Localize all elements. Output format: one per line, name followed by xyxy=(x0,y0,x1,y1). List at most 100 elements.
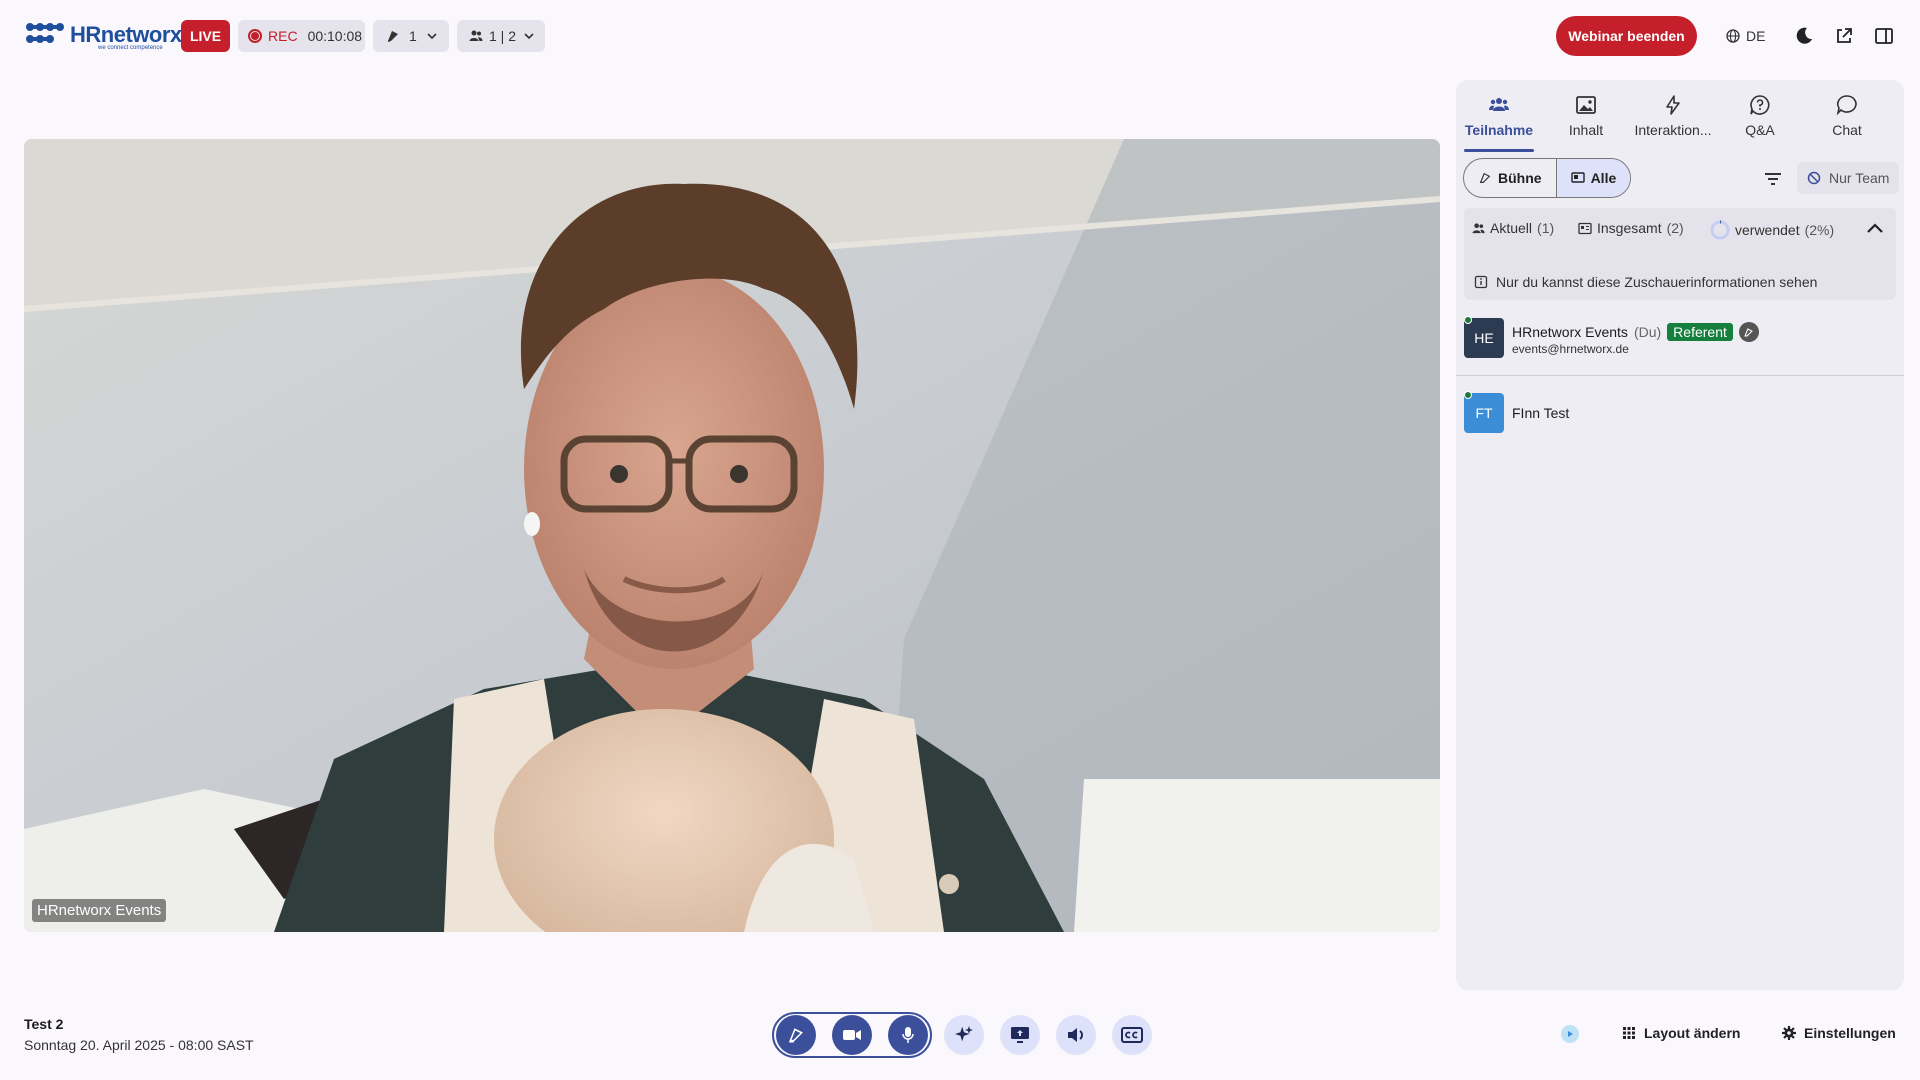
stage-icon xyxy=(789,1028,803,1043)
tab-label: Q&A xyxy=(1745,122,1775,138)
stage-filter-button[interactable]: Bühne xyxy=(1464,159,1556,197)
stat-current-count: (1) xyxy=(1537,220,1555,236)
participant-name-text: HRnetworx Events xyxy=(1512,324,1628,340)
usage-ring-icon xyxy=(1710,220,1730,240)
effects-button[interactable] xyxy=(944,1015,984,1055)
closed-captions-icon xyxy=(1121,1027,1143,1043)
audio-button[interactable] xyxy=(1056,1015,1096,1055)
tab-inhalt[interactable]: Inhalt xyxy=(1543,94,1629,146)
video-camera-icon xyxy=(843,1030,861,1040)
external-link-icon xyxy=(1837,28,1852,43)
moon-icon xyxy=(1796,27,1812,44)
tab-teilnahme[interactable]: Teilnahme xyxy=(1456,94,1542,152)
stage-toggle-button[interactable] xyxy=(776,1015,816,1055)
top-bar: HRnetworx we connect competence LIVE REC… xyxy=(0,0,1920,72)
tab-label: Inhalt xyxy=(1568,122,1604,138)
divider xyxy=(1456,375,1904,376)
filter-icon[interactable] xyxy=(1762,168,1784,190)
all-filter-button[interactable]: Alle xyxy=(1555,159,1631,197)
stat-used-label: verwendet xyxy=(1735,222,1800,238)
stat-current: Aktuell (1) xyxy=(1472,220,1554,236)
video-frame-image xyxy=(24,139,1440,932)
chevron-down-icon xyxy=(427,33,437,40)
dark-mode-toggle[interactable] xyxy=(1792,24,1816,48)
stat-used-pct: (2%) xyxy=(1804,222,1835,238)
tab-interaktion[interactable]: Interaktion... xyxy=(1630,94,1716,146)
participant-name: HRnetworx Events (Du) Referent xyxy=(1512,322,1759,342)
side-panel: Teilnahme Inhalt Interaktion... Q&A Chat… xyxy=(1456,80,1904,990)
participants-count: 1 | 2 xyxy=(489,28,516,44)
image-icon xyxy=(1576,96,1596,114)
microphone-toggle-button[interactable] xyxy=(888,1015,928,1055)
language-selector[interactable]: DE xyxy=(1726,25,1765,47)
globe-icon xyxy=(1726,29,1740,43)
end-webinar-button[interactable]: Webinar beenden xyxy=(1556,16,1697,56)
captions-button[interactable] xyxy=(1112,1015,1152,1055)
logo-mark-icon xyxy=(26,23,64,43)
toggle-sidebar-button[interactable] xyxy=(1872,24,1896,48)
participant-row[interactable]: FT FInn Test xyxy=(1456,391,1904,453)
tab-label: Chat xyxy=(1832,122,1862,138)
tab-chat[interactable]: Chat xyxy=(1804,94,1890,146)
team-only-label: Nur Team xyxy=(1829,170,1890,186)
team-only-button[interactable]: Nur Team xyxy=(1797,162,1899,194)
gear-icon xyxy=(1782,1026,1796,1040)
live-badge: LIVE xyxy=(181,20,230,52)
change-layout-button[interactable]: Layout ändern xyxy=(1622,1025,1740,1041)
privacy-notice-text: Nur du kannst diese Zuschauerinformation… xyxy=(1496,274,1818,290)
screen-icon xyxy=(1570,172,1585,183)
camera-toggle-button[interactable] xyxy=(832,1015,872,1055)
logo: HRnetworx we connect competence xyxy=(24,17,182,53)
stat-total-count: (2) xyxy=(1666,220,1684,236)
chevron-up-icon[interactable] xyxy=(1864,218,1886,240)
settings-button[interactable]: Einstellungen xyxy=(1782,1025,1896,1041)
id-card-icon xyxy=(1578,222,1592,234)
participant-name-text: FInn Test xyxy=(1512,405,1570,421)
people-icon xyxy=(469,30,483,41)
speaker-video[interactable]: HRnetworx Events xyxy=(24,139,1440,932)
block-icon xyxy=(1807,171,1821,185)
stage-icon xyxy=(1479,172,1491,183)
all-filter-label: Alle xyxy=(1590,170,1617,186)
online-indicator xyxy=(1464,391,1472,399)
referent-badge: Referent xyxy=(1667,323,1733,341)
participant-row[interactable]: HE HRnetworx Events (Du) Referent events… xyxy=(1456,316,1904,378)
people-icon xyxy=(1489,98,1509,111)
stage-count: 1 xyxy=(409,28,417,44)
event-title: Test 2 xyxy=(24,1016,64,1032)
record-icon xyxy=(248,29,262,43)
tab-qa[interactable]: Q&A xyxy=(1717,94,1803,146)
screen-share-button[interactable] xyxy=(1000,1015,1040,1055)
language-label: DE xyxy=(1746,28,1766,44)
avatar: HE xyxy=(1464,318,1504,358)
view-toggle: Bühne Alle xyxy=(1463,158,1632,198)
media-controls-group xyxy=(772,1012,932,1058)
stage-filter-label: Bühne xyxy=(1498,170,1542,186)
stat-total-label: Insgesamt xyxy=(1597,220,1662,236)
rec-label: REC xyxy=(268,28,298,44)
chat-bubble-icon xyxy=(1836,95,1857,116)
stat-current-label: Aktuell xyxy=(1490,220,1533,236)
you-label: (Du) xyxy=(1633,324,1662,340)
open-external-button[interactable] xyxy=(1832,24,1856,48)
lightning-icon xyxy=(1666,95,1680,115)
video-name-tag: HRnetworx Events xyxy=(32,899,167,922)
stage-icon xyxy=(1738,322,1759,342)
question-bubble-icon xyxy=(1750,95,1770,115)
recording-indicator[interactable]: REC 00:10:08 xyxy=(238,20,365,52)
microphone-icon xyxy=(902,1027,914,1043)
stage-dropdown[interactable]: 1 xyxy=(373,20,449,52)
sidebar-icon xyxy=(1875,28,1893,44)
stat-used: verwendet (2%) xyxy=(1710,220,1834,240)
tab-label: Teilnahme xyxy=(1464,122,1534,138)
online-indicator xyxy=(1464,316,1472,324)
avatar: FT xyxy=(1464,393,1504,433)
play-icon[interactable] xyxy=(1561,1025,1579,1043)
participant-name: FInn Test xyxy=(1512,405,1569,421)
sparkle-icon xyxy=(955,1026,973,1042)
participants-dropdown[interactable]: 1 | 2 xyxy=(457,20,545,52)
info-icon xyxy=(1474,275,1488,289)
privacy-notice: Nur du kannst diese Zuschauerinformation… xyxy=(1474,274,1817,290)
grid-icon xyxy=(1623,1027,1635,1039)
person-icon xyxy=(1472,222,1485,233)
